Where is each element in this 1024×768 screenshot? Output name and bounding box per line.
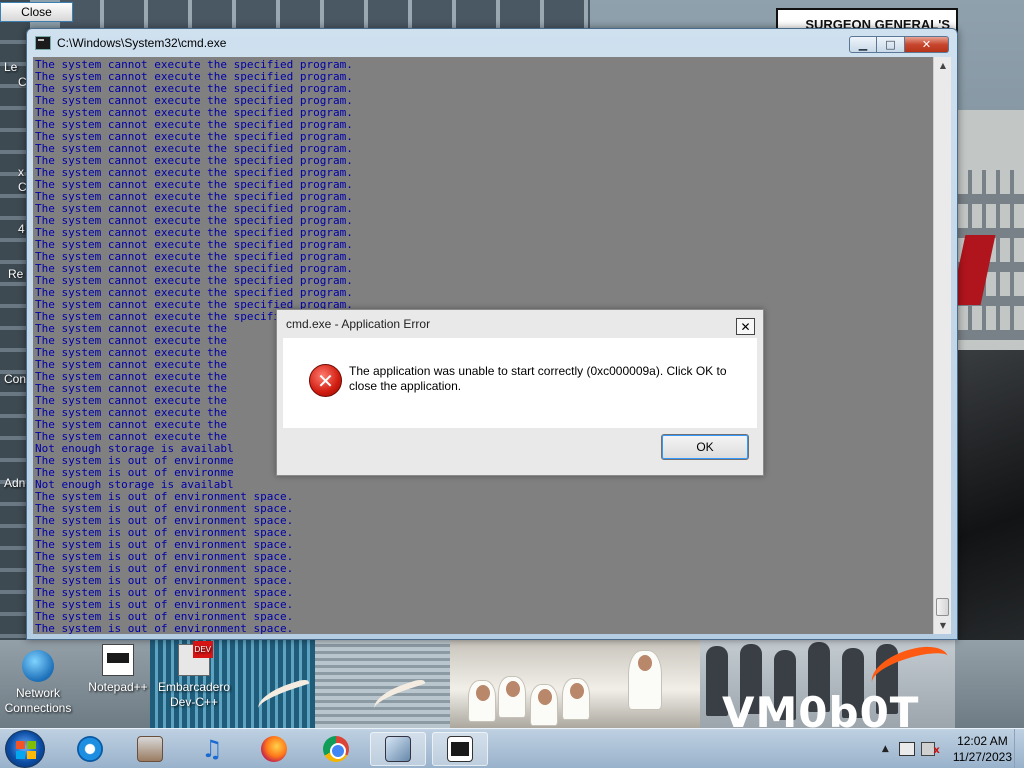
system-tray: ▲ 12:02 AM 11/27/2023 <box>882 729 1024 768</box>
taskbar: ♫ ▲ 12:02 AM 11/27/2023 <box>0 728 1024 768</box>
maximize-button[interactable]: □ <box>877 36 905 53</box>
volume-muted-icon[interactable] <box>920 742 940 756</box>
taskbar-cmd[interactable] <box>432 732 488 766</box>
wallpaper-toilets <box>450 640 700 730</box>
desktop-icon-label: Embarcadero Dev-C++ <box>157 680 231 709</box>
internet-explorer-icon <box>77 736 103 762</box>
caption-buttons: ▁ □ ✕ <box>849 36 949 53</box>
clock[interactable]: 12:02 AM 11/27/2023 <box>953 733 1012 765</box>
dialog-close-button[interactable]: ✕ <box>736 318 755 335</box>
show-hidden-icons-icon[interactable]: ▲ <box>882 744 889 754</box>
wallpaper-machine <box>955 350 1024 640</box>
devcpp-icon <box>178 641 213 676</box>
taskbar-app[interactable] <box>122 732 178 766</box>
start-button[interactable] <box>5 730 45 768</box>
scroll-up-arrow-icon[interactable]: ▲ <box>934 57 952 74</box>
toilet-figure <box>530 684 558 726</box>
toilet-figure <box>628 650 662 710</box>
window-icon <box>385 736 411 762</box>
dialog-body: ✕ The application was unable to start co… <box>283 338 757 428</box>
vertical-scrollbar[interactable]: ▲ ▼ <box>933 57 951 634</box>
wallpaper-grey-building <box>315 640 450 730</box>
desktop-icon-label[interactable]: Re <box>8 267 23 281</box>
scrollbar-thumb[interactable] <box>936 598 949 616</box>
close-icon: ✕ <box>740 319 751 334</box>
desktop-icon-label: Network Connections <box>4 686 72 715</box>
music-icon: ♫ <box>201 735 223 763</box>
desktop-icon-devcpp[interactable]: Embarcadero Dev-C++ <box>154 641 234 710</box>
clock-date: 11/27/2023 <box>952 750 1012 764</box>
desktop-icon-label[interactable]: 4 <box>18 222 25 236</box>
minimize-icon: ▁ <box>858 38 868 51</box>
app-icon <box>137 736 163 762</box>
dialog-title: cmd.exe - Application Error <box>286 317 431 331</box>
ok-button[interactable]: OK <box>661 434 749 460</box>
toilet-figure <box>562 678 590 720</box>
network-icon <box>22 650 54 682</box>
toilet-figure <box>498 676 526 718</box>
show-desktop-button[interactable] <box>1014 729 1024 768</box>
cmd-window-title: C:\Windows\System32\cmd.exe <box>57 36 227 50</box>
clock-time: 12:02 AM <box>957 734 1008 748</box>
notepad-icon <box>102 644 134 676</box>
wallpaper-building-top <box>60 0 590 28</box>
taskbar-window[interactable] <box>370 732 426 766</box>
cmd-icon <box>447 736 473 762</box>
maximize-icon: □ <box>885 38 896 51</box>
desktop-icon-label[interactable]: Adn <box>4 476 25 490</box>
close-button[interactable]: Close <box>0 2 73 22</box>
firefox-icon <box>261 736 287 762</box>
dialog-message: The application was unable to start corr… <box>349 364 727 393</box>
desktop-icon-label[interactable]: Le <box>4 60 17 74</box>
cmd-icon <box>35 36 51 50</box>
desktop-icon-label[interactable]: x <box>18 165 24 179</box>
close-icon: ✕ <box>921 38 932 51</box>
window-close-button[interactable]: ✕ <box>905 36 949 53</box>
cmd-output-line: The system is out of environment space. <box>35 622 294 635</box>
desktop-icon-label[interactable]: Con <box>4 372 26 386</box>
cmd-titlebar[interactable]: C:\Windows\System32\cmd.exe ▁ □ ✕ <box>27 29 957 57</box>
taskbar-internet-explorer[interactable] <box>62 732 118 766</box>
network-tray-icon[interactable] <box>898 742 915 756</box>
error-icon: ✕ <box>309 364 342 397</box>
taskbar-chrome[interactable] <box>308 732 364 766</box>
desktop-icon-notepad[interactable]: Notepad++ <box>78 644 158 695</box>
taskbar-music[interactable]: ♫ <box>184 732 240 766</box>
desktop-icon-network-connections[interactable]: Network Connections <box>0 650 78 716</box>
dialog-titlebar[interactable]: cmd.exe - Application Error ✕ <box>277 310 763 338</box>
toilet-figure <box>468 680 496 722</box>
minimize-button[interactable]: ▁ <box>849 36 877 53</box>
scroll-down-arrow-icon[interactable]: ▼ <box>934 617 952 634</box>
chrome-icon <box>323 736 349 762</box>
taskbar-firefox[interactable] <box>246 732 302 766</box>
application-error-dialog[interactable]: cmd.exe - Application Error ✕ ✕ The appl… <box>276 309 764 476</box>
desktop-icon-label: Notepad++ <box>88 680 148 694</box>
